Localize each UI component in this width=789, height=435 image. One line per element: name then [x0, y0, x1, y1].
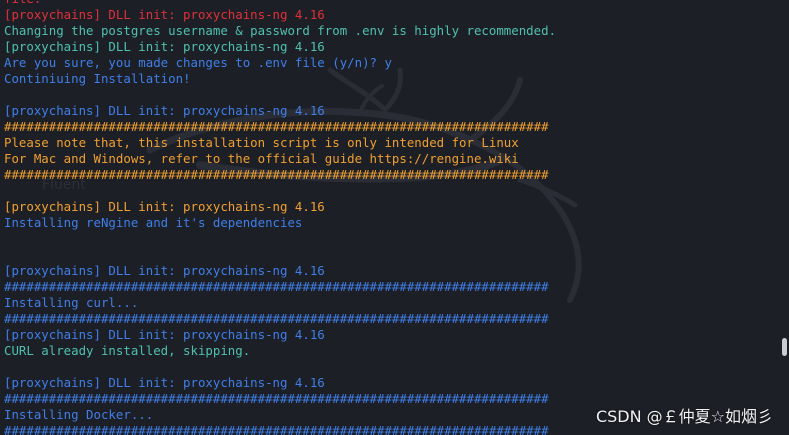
terminal-line: ########################################… [4, 311, 549, 326]
terminal-line: [proxychains] DLL init: proxychains-ng 4… [4, 263, 325, 278]
terminal-line: [proxychains] DLL init: proxychains-ng 4… [4, 7, 325, 22]
terminal-line: Continiuing Installation! [4, 71, 191, 86]
terminal-line: ########################################… [4, 391, 549, 406]
terminal-line: ########################################… [4, 119, 549, 134]
terminal-line: [proxychains] DLL init: proxychains-ng 4… [4, 327, 325, 342]
terminal-line: file. [4, 0, 773, 7]
terminal-line: Please note that, this installation scri… [4, 135, 519, 150]
terminal-output: file.[proxychains] DLL init: proxychains… [4, 0, 773, 435]
terminal-line: [proxychains] DLL init: proxychains-ng 4… [4, 199, 325, 214]
terminal-window[interactable]: Fluent file.[proxychains] DLL init: prox… [0, 0, 789, 435]
terminal-line: For Mac and Windows, refer to the offici… [4, 151, 519, 166]
terminal-line: [proxychains] DLL init: proxychains-ng 4… [4, 103, 325, 118]
terminal-line: ########################################… [4, 167, 549, 182]
scrollbar-thumb[interactable] [782, 338, 787, 356]
csdn-watermark: CSDN @￡仲夏☆如烟彡 [595, 407, 773, 426]
terminal-line: CURL already installed, skipping. [4, 343, 251, 358]
terminal-line: ########################################… [4, 279, 549, 294]
terminal-line: Changing the postgres username & passwor… [4, 23, 557, 38]
terminal-line: [proxychains] DLL init: proxychains-ng 4… [4, 375, 325, 390]
terminal-line: Are you sure, you made changes to .env f… [4, 55, 392, 70]
terminal-scrollbar[interactable] [779, 0, 789, 435]
terminal-line: Installing reNgine and it's dependencies [4, 215, 303, 230]
terminal-line: Installing curl... [4, 295, 139, 310]
terminal-line: [proxychains] DLL init: proxychains-ng 4… [4, 39, 325, 54]
